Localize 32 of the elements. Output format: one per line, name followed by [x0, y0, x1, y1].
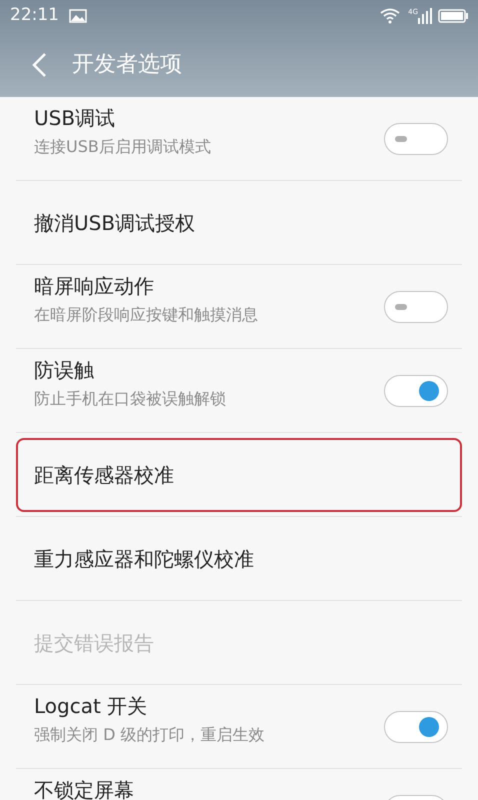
toggle-switch[interactable] [384, 710, 448, 742]
setting-row[interactable]: 重力感应器和陀螺仪校准 [16, 522, 462, 596]
battery-icon [438, 9, 468, 23]
setting-row[interactable]: 撤消USB调试授权 [16, 186, 462, 260]
setting-title: 暗屏响应动作 [34, 274, 155, 296]
setting-row[interactable]: 暗屏响应动作 在暗屏阶段响应按键和触摸消息 [16, 270, 462, 344]
setting-title: 提交错误报告 [34, 632, 155, 654]
setting-title: 重力感应器和陀螺仪校准 [34, 548, 255, 570]
toggle-switch[interactable] [384, 374, 448, 406]
setting-description: 在暗屏阶段响应按键和触摸消息 [34, 304, 259, 326]
wifi-icon [380, 8, 400, 24]
page-title: 开发者选项 [72, 51, 182, 79]
toggle-switch[interactable] [384, 290, 448, 322]
setting-title: 撤消USB调试授权 [34, 212, 196, 234]
setting-title: Logcat 开关 [34, 694, 148, 716]
setting-row[interactable]: 不锁定屏幕 [16, 774, 462, 800]
setting-row[interactable]: 防误触 防止手机在口袋被误触解锁 [16, 354, 462, 428]
back-icon [31, 52, 47, 78]
setting-row[interactable]: Logcat 开关 强制关闭 D 级的打印，重启生效 [16, 690, 462, 764]
toggle-switch[interactable] [384, 122, 448, 154]
setting-description: 强制关闭 D 级的打印，重启生效 [34, 724, 266, 746]
setting-row[interactable]: USB调试 连接USB后启用调试模式 [16, 102, 462, 176]
setting-title: USB调试 [34, 106, 116, 128]
signal-icon [418, 8, 432, 24]
setting-row[interactable]: 距离传感器校准 [16, 438, 462, 512]
setting-title: 不锁定屏幕 [34, 778, 135, 800]
setting-description: 连接USB后启用调试模式 [34, 136, 212, 158]
status-time: 22:11 [10, 4, 59, 28]
image-icon [69, 9, 87, 23]
setting-title: 防误触 [34, 358, 95, 380]
setting-description: 防止手机在口袋被误触解锁 [34, 388, 227, 410]
setting-title: 距离传感器校准 [34, 464, 175, 486]
